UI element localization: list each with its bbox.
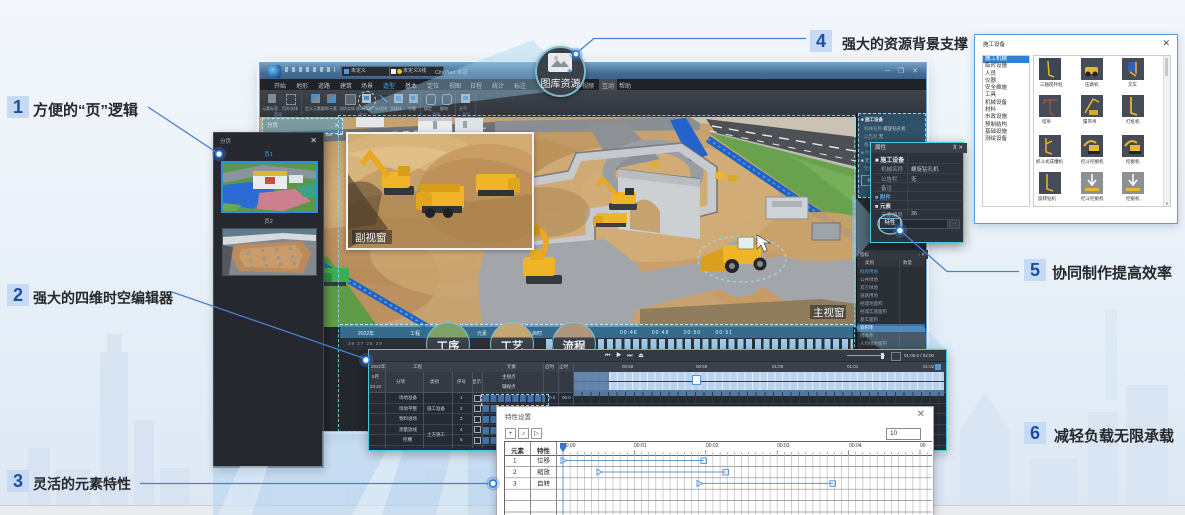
svg-text:位移: 位移 — [537, 456, 551, 465]
svg-text:履带吊: 履带吊 — [1083, 119, 1097, 125]
svg-text:旋转钻机: 旋转钻机 — [1038, 195, 1056, 202]
svg-text:压路机: 压路机 — [1085, 81, 1099, 88]
svg-text:叉车: 叉车 — [1128, 81, 1137, 88]
svg-text:挖掘机: 挖掘机 — [1126, 158, 1140, 165]
svg-text:2: 2 — [513, 469, 517, 476]
svg-text:缩放: 缩放 — [537, 467, 551, 476]
svg-text:3: 3 — [513, 480, 517, 487]
svg-text:1: 1 — [513, 458, 517, 465]
svg-text:挖斗挖掘机: 挖斗挖掘机 — [1081, 195, 1104, 202]
svg-text:副视窗: 副视窗 — [355, 231, 387, 244]
svg-text:塔吊: 塔吊 — [1042, 118, 1051, 125]
svg-text:主视窗: 主视窗 — [813, 306, 845, 319]
svg-text:自转: 自转 — [537, 478, 551, 487]
svg-text:打桩机: 打桩机 — [1126, 118, 1140, 125]
svg-text:挖斗挖掘机: 挖斗挖掘机 — [1081, 158, 1104, 165]
svg-text:挖掘机: 挖掘机 — [1126, 195, 1140, 202]
svg-text:抓斗式成槽机: 抓斗式成槽机 — [1036, 158, 1063, 165]
svg-text:三轴搅拌桩: 三轴搅拌桩 — [1040, 81, 1063, 88]
